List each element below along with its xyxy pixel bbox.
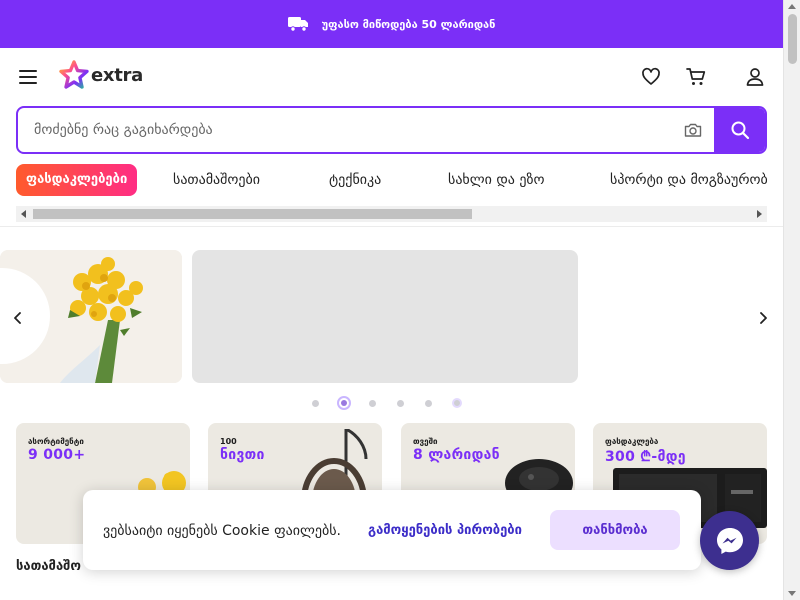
scroll-right-icon[interactable] (757, 210, 762, 218)
carousel-prev-icon[interactable] (8, 308, 28, 328)
scrollbar-thumb[interactable] (33, 209, 472, 219)
menu-icon[interactable] (19, 70, 37, 84)
star-logo-icon (59, 60, 89, 89)
scrollbar-thumb[interactable] (788, 14, 797, 64)
logo-text: extra (91, 64, 143, 86)
category-electronics[interactable]: ტექნიკა (329, 164, 381, 196)
tile-label-toys[interactable]: სათამაშო (16, 559, 81, 574)
header: extra (0, 48, 783, 106)
carousel-dots (312, 396, 483, 410)
scroll-left-icon[interactable] (21, 210, 26, 218)
search-button[interactable] (714, 108, 765, 152)
carousel-dot-active[interactable] (337, 396, 351, 410)
scroll-down-icon[interactable] (788, 591, 796, 596)
category-scrollbar[interactable] (16, 206, 767, 222)
terms-link[interactable]: გამოყენების პირობები (368, 523, 522, 538)
carousel-dot[interactable] (397, 399, 404, 407)
page: უფასო მიწოდება 50 ლარიდან extra მოძებნე … (0, 0, 800, 600)
search-icon (731, 121, 749, 140)
tile-headline: ნივთი (220, 447, 265, 463)
category-sport-travel[interactable]: სპორტი და მოგზაურობა (610, 164, 767, 196)
search-input[interactable] (18, 108, 672, 152)
category-sale[interactable]: ფასდაკლებები (16, 164, 138, 196)
messenger-icon (716, 527, 743, 554)
accept-cookies-button[interactable]: თანხმობა (550, 510, 680, 550)
truck-icon (287, 16, 310, 32)
divider (0, 226, 783, 227)
category-home-garden[interactable]: სახლი და ეზო (448, 164, 544, 196)
carousel-dot[interactable] (369, 399, 376, 407)
cookie-banner: ვებსაიტი იყენებს Cookie ფაილებს. გამოყენ… (83, 490, 701, 570)
camera-icon[interactable] (672, 108, 714, 152)
category-nav: ფასდაკლებები სათამაშოები ტექნიკა სახლი დ… (16, 164, 767, 198)
cart-icon[interactable] (686, 67, 706, 87)
logo[interactable]: extra (59, 60, 143, 90)
tile-caption: ფასდაკლება (605, 437, 659, 446)
promo-text: უფასო მიწოდება 50 ლარიდან (321, 17, 496, 31)
scroll-up-icon[interactable] (788, 4, 796, 9)
banner-placeholder[interactable] (192, 250, 578, 383)
tile-caption: თვეში (413, 437, 438, 446)
carousel-next-icon[interactable] (753, 308, 773, 328)
search-bar (16, 106, 767, 154)
tile-caption: ასორტიმენტი (28, 437, 84, 446)
promo-bar[interactable]: უფასო მიწოდება 50 ლარიდან (0, 0, 783, 48)
carousel-dot[interactable] (452, 398, 462, 408)
carousel-dot[interactable] (425, 399, 432, 407)
tile-headline: 300 ₾-მდე (605, 449, 686, 465)
cookie-message: ვებსაიტი იყენებს Cookie ფაილებს. (103, 523, 341, 539)
tile-headline: 9 000+ (28, 447, 86, 463)
heart-icon[interactable] (641, 67, 661, 87)
user-icon[interactable] (745, 67, 765, 87)
category-toys[interactable]: სათამაშოები (173, 164, 260, 196)
carousel-dot[interactable] (312, 399, 319, 407)
page-scrollbar[interactable] (783, 0, 800, 600)
messenger-chat-button[interactable] (700, 511, 759, 570)
tile-caption: 100 (220, 437, 237, 446)
